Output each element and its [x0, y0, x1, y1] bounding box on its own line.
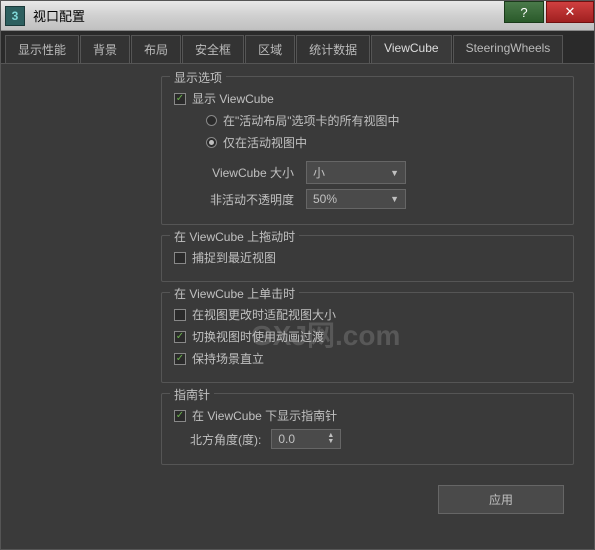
- group-title-click: 在 ViewCube 上单击时: [170, 285, 299, 302]
- group-click: 在 ViewCube 上单击时 在视图更改时适配视图大小 切换视图时使用动画过渡…: [161, 292, 574, 383]
- spinner-north-angle[interactable]: 0.0 ▲▼: [271, 429, 341, 449]
- dropdown-viewcube-size[interactable]: 小 ▼: [306, 161, 406, 184]
- label-fit-view: 在视图更改时适配视图大小: [192, 306, 336, 323]
- group-title-display: 显示选项: [170, 69, 226, 86]
- label-north-angle: 北方角度(度):: [190, 431, 261, 448]
- label-animate: 切换视图时使用动画过渡: [192, 328, 324, 345]
- content-pane: 显示选项 显示 ViewCube 在"活动布局"选项卡的所有视图中 仅在活动视图…: [1, 64, 594, 524]
- group-title-compass: 指南针: [170, 386, 214, 403]
- label-viewcube-size: ViewCube 大小: [174, 164, 294, 181]
- chevron-down-icon: ▼: [390, 168, 399, 178]
- apply-button[interactable]: 应用: [438, 485, 564, 514]
- tab-bar: 显示性能 背景 布局 安全框 区域 统计数据 ViewCube Steering…: [1, 31, 594, 64]
- label-active-only: 仅在活动视图中: [223, 134, 307, 151]
- label-show-compass: 在 ViewCube 下显示指南针: [192, 407, 337, 424]
- label-show-viewcube: 显示 ViewCube: [192, 90, 274, 107]
- close-button[interactable]: ✕: [546, 1, 594, 23]
- dropdown-size-value: 小: [313, 164, 325, 181]
- radio-active-only[interactable]: [206, 137, 217, 148]
- spinner-arrows-icon: ▲▼: [327, 433, 334, 444]
- footer: 应用: [438, 485, 564, 514]
- label-keep-upright: 保持场景直立: [192, 350, 264, 367]
- spinner-north-value: 0.0: [278, 432, 295, 446]
- tab-viewcube[interactable]: ViewCube: [371, 35, 451, 63]
- group-display-options: 显示选项 显示 ViewCube 在"活动布局"选项卡的所有视图中 仅在活动视图…: [161, 76, 574, 225]
- tab-safe-frame[interactable]: 安全框: [182, 35, 244, 63]
- app-icon: 3: [5, 6, 25, 26]
- tab-background[interactable]: 背景: [80, 35, 130, 63]
- help-button[interactable]: ?: [504, 1, 544, 23]
- checkbox-animate[interactable]: [174, 331, 186, 343]
- group-drag: 在 ViewCube 上拖动时 捕捉到最近视图: [161, 235, 574, 282]
- group-title-drag: 在 ViewCube 上拖动时: [170, 228, 299, 245]
- label-inactive-opacity: 非活动不透明度: [174, 191, 294, 208]
- checkbox-fit-view[interactable]: [174, 309, 186, 321]
- checkbox-keep-upright[interactable]: [174, 353, 186, 365]
- tab-statistics[interactable]: 统计数据: [296, 35, 370, 63]
- tab-display-performance[interactable]: 显示性能: [5, 35, 79, 63]
- titlebar: 3 视口配置 ? ✕: [1, 1, 594, 31]
- checkbox-snap-nearest[interactable]: [174, 252, 186, 264]
- window-root: 3 视口配置 ? ✕ 显示性能 背景 布局 安全框 区域 统计数据 ViewCu…: [0, 0, 595, 550]
- chevron-down-icon: ▼: [390, 194, 399, 204]
- dropdown-inactive-opacity[interactable]: 50% ▼: [306, 189, 406, 209]
- radio-all-views[interactable]: [206, 115, 217, 126]
- dropdown-opacity-value: 50%: [313, 192, 337, 206]
- tab-layout[interactable]: 布局: [131, 35, 181, 63]
- tab-region[interactable]: 区域: [245, 35, 295, 63]
- checkbox-show-viewcube[interactable]: [174, 93, 186, 105]
- window-title: 视口配置: [33, 6, 504, 25]
- group-compass: 指南针 在 ViewCube 下显示指南针 北方角度(度): 0.0 ▲▼: [161, 393, 574, 465]
- tab-steeringwheels[interactable]: SteeringWheels: [453, 35, 564, 63]
- label-all-views: 在"活动布局"选项卡的所有视图中: [223, 112, 400, 129]
- checkbox-show-compass[interactable]: [174, 410, 186, 422]
- label-snap-nearest: 捕捉到最近视图: [192, 249, 276, 266]
